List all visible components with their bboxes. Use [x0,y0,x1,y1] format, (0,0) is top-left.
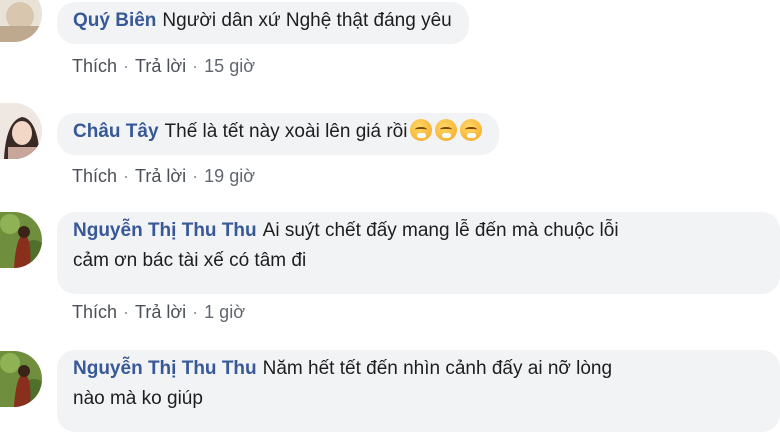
avatar[interactable] [0,212,42,268]
separator: · [192,56,199,76]
comment-text: cảm ơn bác tài xế có tâm đi [73,250,307,271]
comment-author[interactable]: Nguyễn Thị Thu Thu [73,220,257,241]
comment-text: Ai suýt chết đấy mang lễ đến mà chuộc lỗ… [262,220,619,241]
comment-actions: Thích · Trả lời · 15 giờ [72,56,255,77]
comment-time[interactable]: 19 giờ [204,166,255,186]
reply-link[interactable]: Trả lời [135,56,186,76]
comment-bubble: Châu Tây Thế là tết này xoài lên giá rồi [57,113,500,155]
like-link[interactable]: Thích [72,302,117,322]
separator: · [123,56,130,76]
face-with-steam-emoji [435,119,458,141]
comment-text: Người dân xứ Nghệ thật đáng yêu [162,10,452,31]
comment-author[interactable]: Quý Biên [73,10,156,31]
separator: · [123,302,130,322]
avatar[interactable] [0,103,42,159]
reply-link[interactable]: Trả lời [135,166,186,186]
face-with-steam-emoji [410,119,433,141]
avatar[interactable] [0,351,42,407]
comment-text: Năm hết tết đến nhìn cảnh đấy ai nỡ lòng [262,358,613,379]
like-link[interactable]: Thích [72,56,117,76]
comment-actions: Thích · Trả lời · 1 giờ [72,302,245,323]
like-link[interactable]: Thích [72,166,117,186]
avatar[interactable] [0,0,42,42]
face-with-steam-emoji [460,119,483,141]
comment-author[interactable]: Châu Tây [73,121,159,142]
comment-actions: Thích · Trả lời · 19 giờ [72,166,255,187]
comment-time[interactable]: 15 giờ [204,56,255,76]
comment-time[interactable]: 1 giờ [204,302,245,322]
comment-author[interactable]: Nguyễn Thị Thu Thu [73,358,257,379]
separator: · [192,166,199,186]
comment-bubble: Nguyễn Thị Thu Thu Năm hết tết đến nhìn c… [57,350,780,432]
separator: · [123,166,130,186]
comment-text: Thế là tết này xoài lên giá rồi [164,121,408,142]
comment-bubble: Quý Biên Người dân xứ Nghệ thật đáng yêu [57,2,469,44]
separator: · [192,302,199,322]
comment-text: nào mà ko giúp [73,388,203,409]
reply-link[interactable]: Trả lời [135,302,186,322]
comment-bubble: Nguyễn Thị Thu Thu Ai suýt chết đấy mang … [57,212,780,294]
